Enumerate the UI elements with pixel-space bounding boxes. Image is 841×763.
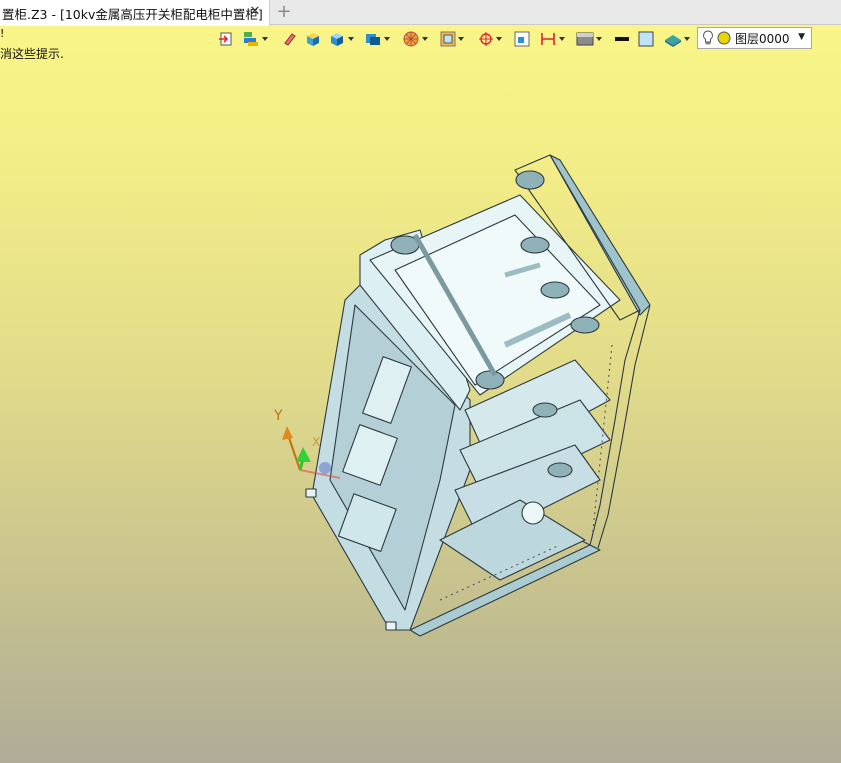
crosshair-icon[interactable] bbox=[478, 28, 502, 50]
dimension-icon[interactable] bbox=[539, 28, 565, 50]
chevron-down-icon[interactable]: ▼ bbox=[798, 32, 805, 42]
layers-icon[interactable] bbox=[242, 28, 268, 50]
hint-text-top: ! bbox=[0, 27, 5, 40]
layer-color-icon bbox=[717, 31, 731, 45]
sphere-icon[interactable] bbox=[402, 28, 428, 50]
import-icon[interactable] bbox=[218, 28, 234, 50]
tab-bar: 置柜.Z3 - [10kv金属高压开关柜配电柜中置柜] ✕ + bbox=[0, 0, 841, 26]
cube-icon[interactable] bbox=[328, 28, 354, 50]
eraser-icon[interactable] bbox=[282, 28, 298, 50]
box-shaded-icon[interactable] bbox=[304, 28, 322, 50]
background-icon[interactable] bbox=[576, 28, 602, 50]
switchgear-model[interactable] bbox=[0, 50, 841, 763]
frame-icon[interactable] bbox=[440, 28, 464, 50]
axis-y-label: Y bbox=[274, 408, 283, 424]
3d-viewport[interactable]: Y X bbox=[0, 50, 841, 763]
window-icon[interactable] bbox=[514, 28, 530, 50]
bulb-icon[interactable] bbox=[702, 30, 714, 46]
axis-x-label: X bbox=[312, 435, 321, 449]
view-toolbar bbox=[214, 28, 694, 50]
layer-dropdown[interactable]: 图层0000 ▼ bbox=[697, 27, 812, 49]
new-tab-button[interactable]: + bbox=[276, 3, 292, 21]
document-tab[interactable]: 置柜.Z3 - [10kv金属高压开关柜配电柜中置柜] ✕ bbox=[0, 0, 270, 26]
surface-icon[interactable] bbox=[664, 28, 690, 50]
document-tab-title: 置柜.Z3 - [10kv金属高压开关柜配电柜中置柜] bbox=[2, 6, 263, 22]
fill-color-icon[interactable] bbox=[638, 28, 654, 50]
line-color-icon[interactable] bbox=[614, 28, 630, 50]
view-cube-icon[interactable] bbox=[364, 28, 390, 50]
layer-name: 图层0000 bbox=[735, 31, 790, 46]
close-icon[interactable]: ✕ bbox=[248, 5, 262, 19]
